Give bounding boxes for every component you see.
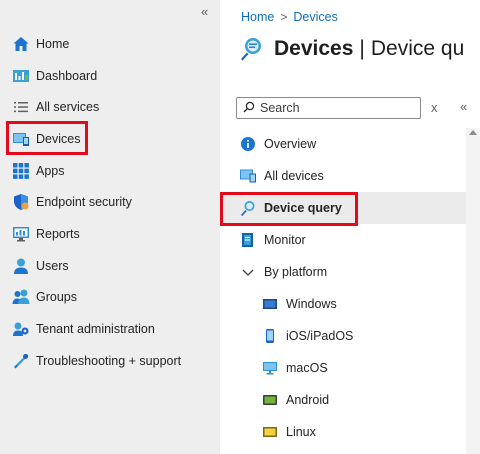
breadcrumb-separator: > xyxy=(280,10,288,24)
monitor-book-icon xyxy=(240,232,256,248)
page-title-separator: | xyxy=(359,37,365,60)
nav-item-troubleshooting[interactable]: Troubleshooting + support xyxy=(0,345,220,377)
menu-item-label: By platform xyxy=(264,265,328,279)
nav-item-label: Dashboard xyxy=(36,68,98,83)
nav-item-label: Users xyxy=(36,258,69,273)
info-icon xyxy=(240,136,256,152)
menu-item-label: Overview xyxy=(264,137,317,151)
scroll-up-arrow-icon[interactable] xyxy=(469,130,477,135)
left-navigation: « Home Dashboard All services Devices Ap… xyxy=(0,0,220,454)
menu-item-ios[interactable]: iOS/iPadOS xyxy=(220,320,466,352)
page-title-bold: Devices xyxy=(274,37,354,60)
main-content: Home > Devices Devices | Device qu x « O… xyxy=(220,0,480,454)
phone-icon xyxy=(262,328,278,344)
home-icon xyxy=(12,35,30,53)
tenant-gear-icon xyxy=(12,320,30,338)
linux-icon xyxy=(262,424,278,440)
page-title-subtitle: Device qu xyxy=(370,37,465,60)
nav-item-apps[interactable]: Apps xyxy=(0,155,220,187)
nav-item-tenant-administration[interactable]: Tenant administration xyxy=(0,313,220,345)
nav-list: Home Dashboard All services Devices Apps xyxy=(0,28,220,377)
menu-item-label: Windows xyxy=(286,297,337,311)
apps-grid-icon xyxy=(12,162,30,180)
menu-item-android[interactable]: Android xyxy=(220,384,466,416)
nav-item-devices[interactable]: Devices xyxy=(0,123,220,155)
groups-icon xyxy=(12,288,30,306)
menu-item-windows[interactable]: Windows xyxy=(220,288,466,320)
tools-icon xyxy=(12,352,30,370)
desktop-icon xyxy=(262,360,278,376)
search-box[interactable] xyxy=(236,97,421,119)
nav-item-all-services[interactable]: All services xyxy=(0,91,220,123)
menu-group-by-platform[interactable]: By platform xyxy=(220,256,466,288)
nav-item-label: Groups xyxy=(36,290,77,305)
chevron-down-icon xyxy=(240,264,256,280)
menu-item-label: macOS xyxy=(286,361,328,375)
nav-item-label: Devices xyxy=(36,131,81,146)
breadcrumb-home-link[interactable]: Home xyxy=(241,10,274,24)
nav-item-reports[interactable]: Reports xyxy=(0,218,220,250)
nav-item-label: Troubleshooting + support xyxy=(36,353,182,368)
shield-icon xyxy=(12,193,30,211)
nav-item-endpoint-security[interactable]: Endpoint security xyxy=(0,186,220,218)
menu-item-overview[interactable]: Overview xyxy=(220,128,466,160)
nav-item-groups[interactable]: Groups xyxy=(0,282,220,314)
collapse-nav-icon[interactable]: « xyxy=(201,4,208,19)
android-icon xyxy=(262,392,278,408)
nav-item-label: Tenant administration xyxy=(36,322,155,337)
menu-item-label: All devices xyxy=(264,169,324,183)
reports-icon xyxy=(12,225,30,243)
nav-item-users[interactable]: Users xyxy=(0,250,220,282)
devices-icon xyxy=(12,130,30,148)
menu-item-device-query[interactable]: Device query xyxy=(220,192,466,224)
menu-item-label: Device query xyxy=(264,201,342,215)
menu-item-label: Android xyxy=(286,393,330,407)
breadcrumb-devices-link[interactable]: Devices xyxy=(293,10,337,24)
nav-item-label: All services xyxy=(36,100,100,115)
page-title: Devices | Device qu xyxy=(238,36,464,62)
nav-item-label: Endpoint security xyxy=(36,195,132,210)
selected-indicator xyxy=(220,200,223,216)
menu-item-all-devices[interactable]: All devices xyxy=(220,160,466,192)
vertical-scrollbar[interactable] xyxy=(466,128,480,454)
nav-item-label: Reports xyxy=(36,226,80,241)
search-icon xyxy=(243,101,255,116)
device-query-icon xyxy=(238,36,264,62)
nav-item-dashboard[interactable]: Dashboard xyxy=(0,60,220,92)
all-devices-icon xyxy=(240,168,256,184)
user-icon xyxy=(12,257,30,275)
menu-item-label: Monitor xyxy=(264,233,306,247)
menu-item-monitor[interactable]: Monitor xyxy=(220,224,466,256)
clear-search-icon[interactable]: x xyxy=(431,100,438,115)
search-input[interactable] xyxy=(260,101,410,115)
nav-item-home[interactable]: Home xyxy=(0,28,220,60)
menu-item-macos[interactable]: macOS xyxy=(220,352,466,384)
nav-item-label: Home xyxy=(36,36,70,51)
menu-item-linux[interactable]: Linux xyxy=(220,416,466,448)
windows-icon xyxy=(262,296,278,312)
breadcrumb: Home > Devices xyxy=(241,10,338,24)
menu-item-label: Linux xyxy=(286,425,316,439)
dashboard-icon xyxy=(12,67,30,85)
list-icon xyxy=(12,98,30,116)
nav-item-label: Apps xyxy=(36,163,65,178)
devices-menu: Overview All devices Device query Monito… xyxy=(220,128,466,448)
collapse-menu-icon[interactable]: « xyxy=(460,99,467,114)
menu-item-label: iOS/iPadOS xyxy=(286,329,354,343)
device-query-icon xyxy=(240,200,256,216)
